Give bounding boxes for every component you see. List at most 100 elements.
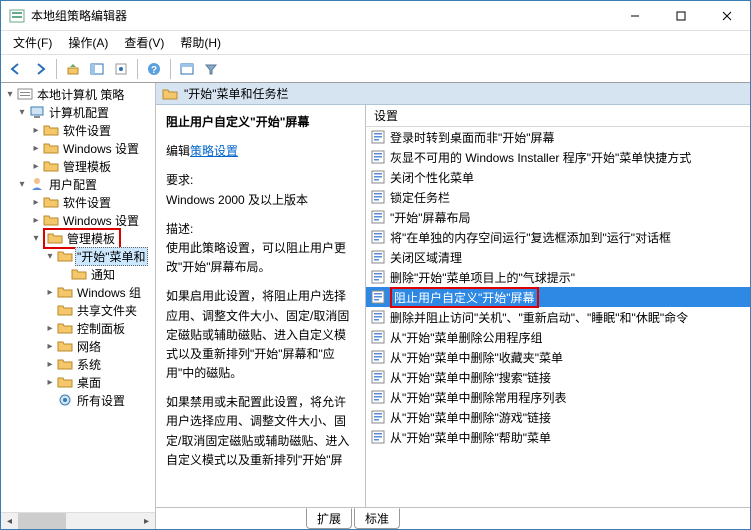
window-title: 本地组策略编辑器 (31, 7, 612, 24)
list-row[interactable]: 登录时转到桌面而非"开始"屏幕 (366, 127, 750, 147)
list-item-label: 登录时转到桌面而非"开始"屏幕 (390, 129, 555, 146)
list-item-label: 将"在单独的内存空间运行"复选框添加到"运行"对话框 (390, 229, 671, 246)
policy-item-icon (370, 169, 386, 185)
folder-icon (47, 230, 63, 246)
list-row[interactable]: 关闭区域清理 (366, 247, 750, 267)
tree-comp-templates[interactable]: 管理模板 (61, 158, 113, 175)
policy-item-icon (370, 249, 386, 265)
desc-p1: 使用此策略设置，可以阻止用户更改"开始"屏幕布局。 (166, 241, 346, 274)
list-row[interactable]: 删除"开始"菜单项目上的"气球提示" (366, 267, 750, 287)
tree-network[interactable]: 网络 (75, 338, 103, 355)
tree-scrollbar-thumb[interactable] (18, 513, 66, 529)
folder-icon (57, 356, 73, 372)
tree-root[interactable]: 本地计算机 策略 (35, 86, 126, 103)
forward-button[interactable] (29, 58, 51, 80)
folder-icon (43, 194, 59, 210)
svg-text:?: ? (151, 65, 157, 76)
policy-item-icon (370, 369, 386, 385)
menu-help[interactable]: 帮助(H) (172, 32, 229, 53)
folder-icon (43, 140, 59, 156)
list-item-label: 从"开始"菜单中删除"游戏"链接 (390, 409, 551, 426)
req-value: Windows 2000 及以上版本 (166, 193, 308, 207)
folder-icon (57, 284, 73, 300)
policy-item-icon (370, 269, 386, 285)
list-row[interactable]: 灰显不可用的 Windows Installer 程序"开始"菜单快捷方式 (366, 147, 750, 167)
policy-item-icon (370, 389, 386, 405)
policy-item-icon (370, 149, 386, 165)
tree-comp-software[interactable]: 软件设置 (61, 122, 113, 139)
list-row[interactable]: 从"开始"菜单中删除常用程序列表 (366, 387, 750, 407)
close-button[interactable] (704, 1, 750, 30)
menu-action[interactable]: 操作(A) (60, 32, 116, 53)
tree-system[interactable]: 系统 (75, 356, 103, 373)
tree-start-menu[interactable]: "开始"菜单和 (75, 247, 148, 266)
show-hide-tree-button[interactable] (86, 58, 108, 80)
list-item-label: 从"开始"菜单中删除"搜索"链接 (390, 369, 551, 386)
back-button[interactable] (5, 58, 27, 80)
list-row[interactable]: 从"开始"菜单中删除"帮助"菜单 (366, 427, 750, 447)
policy-item-icon (370, 409, 386, 425)
menu-file[interactable]: 文件(F) (5, 32, 60, 53)
tree-desktop[interactable]: 桌面 (75, 374, 103, 391)
tab-standard[interactable]: 标准 (354, 508, 400, 529)
tree-scroll-right[interactable]: ▸ (138, 513, 155, 530)
tree-user-templates[interactable]: 管理模板 (65, 230, 117, 247)
user-icon (29, 176, 45, 192)
tree-comp-windows[interactable]: Windows 设置 (61, 140, 141, 157)
tree-user-windows[interactable]: Windows 设置 (61, 212, 141, 229)
tree-user-software[interactable]: 软件设置 (61, 194, 113, 211)
list-row[interactable]: 阻止用户自定义"开始"屏幕 (366, 287, 750, 307)
folder-icon (162, 86, 178, 102)
list-row[interactable]: 从"开始"菜单删除公用程序组 (366, 327, 750, 347)
list-row[interactable]: 锁定任务栏 (366, 187, 750, 207)
list-item-label: 灰显不可用的 Windows Installer 程序"开始"菜单快捷方式 (390, 149, 691, 166)
list-row[interactable]: 从"开始"菜单中删除"搜索"链接 (366, 367, 750, 387)
list-row[interactable]: 将"在单独的内存空间运行"复选框添加到"运行"对话框 (366, 227, 750, 247)
policy-item-icon (370, 349, 386, 365)
maximize-button[interactable] (658, 1, 704, 30)
list-row[interactable]: "开始"屏幕布局 (366, 207, 750, 227)
list-header[interactable]: 设置 (374, 107, 398, 124)
folder-icon (57, 302, 73, 318)
help-button[interactable]: ? (143, 58, 165, 80)
menu-bar: 文件(F) 操作(A) 查看(V) 帮助(H) (1, 31, 750, 55)
list-row[interactable]: 关闭个性化菜单 (366, 167, 750, 187)
tree-user-config[interactable]: 用户配置 (47, 176, 99, 193)
policy-item-icon (370, 229, 386, 245)
properties-button[interactable] (110, 58, 132, 80)
list-row[interactable]: 从"开始"菜单中删除"游戏"链接 (366, 407, 750, 427)
tree-scroll-left[interactable]: ◂ (1, 513, 18, 530)
tree-shared[interactable]: 共享文件夹 (75, 302, 139, 319)
folder-icon (57, 320, 73, 336)
policy-title: 阻止用户自定义"开始"屏幕 (166, 113, 355, 132)
folder-icon (71, 266, 87, 282)
folder-icon (57, 374, 73, 390)
tab-extended[interactable]: 扩展 (306, 508, 352, 529)
policy-item-icon (370, 429, 386, 445)
folder-icon (43, 212, 59, 228)
policy-root-icon (17, 86, 33, 102)
tree-control[interactable]: 控制面板 (75, 320, 127, 337)
menu-view[interactable]: 查看(V) (116, 32, 172, 53)
list-item-label: 从"开始"菜单中删除"收藏夹"菜单 (390, 349, 563, 366)
nav-tree[interactable]: ▾本地计算机 策略 ▾计算机配置 ▸软件设置 ▸Windows 设置 ▸管理模板… (1, 83, 156, 529)
policy-settings-link[interactable]: 策略设置 (190, 144, 238, 158)
list-item-label: 从"开始"菜单删除公用程序组 (390, 329, 543, 346)
gpedit-icon (9, 8, 25, 24)
filter-button[interactable] (176, 58, 198, 80)
content-header: "开始"菜单和任务栏 (184, 85, 289, 102)
list-row[interactable]: 删除并阻止访问"关机"、"重新启动"、"睡眠"和"休眠"命令 (366, 307, 750, 327)
tree-components[interactable]: Windows 组 (75, 284, 143, 301)
tree-all-settings[interactable]: 所有设置 (75, 392, 127, 409)
funnel-icon[interactable] (200, 58, 222, 80)
minimize-button[interactable] (612, 1, 658, 30)
tree-notify[interactable]: 通知 (89, 266, 117, 283)
up-button[interactable] (62, 58, 84, 80)
settings-list[interactable]: 登录时转到桌面而非"开始"屏幕灰显不可用的 Windows Installer … (366, 127, 750, 507)
policy-item-icon (370, 129, 386, 145)
tree-computer-config[interactable]: 计算机配置 (47, 104, 111, 121)
req-label: 要求: (166, 173, 193, 187)
policy-item-icon (370, 209, 386, 225)
list-item-label: 关闭区域清理 (390, 249, 462, 266)
list-row[interactable]: 从"开始"菜单中删除"收藏夹"菜单 (366, 347, 750, 367)
